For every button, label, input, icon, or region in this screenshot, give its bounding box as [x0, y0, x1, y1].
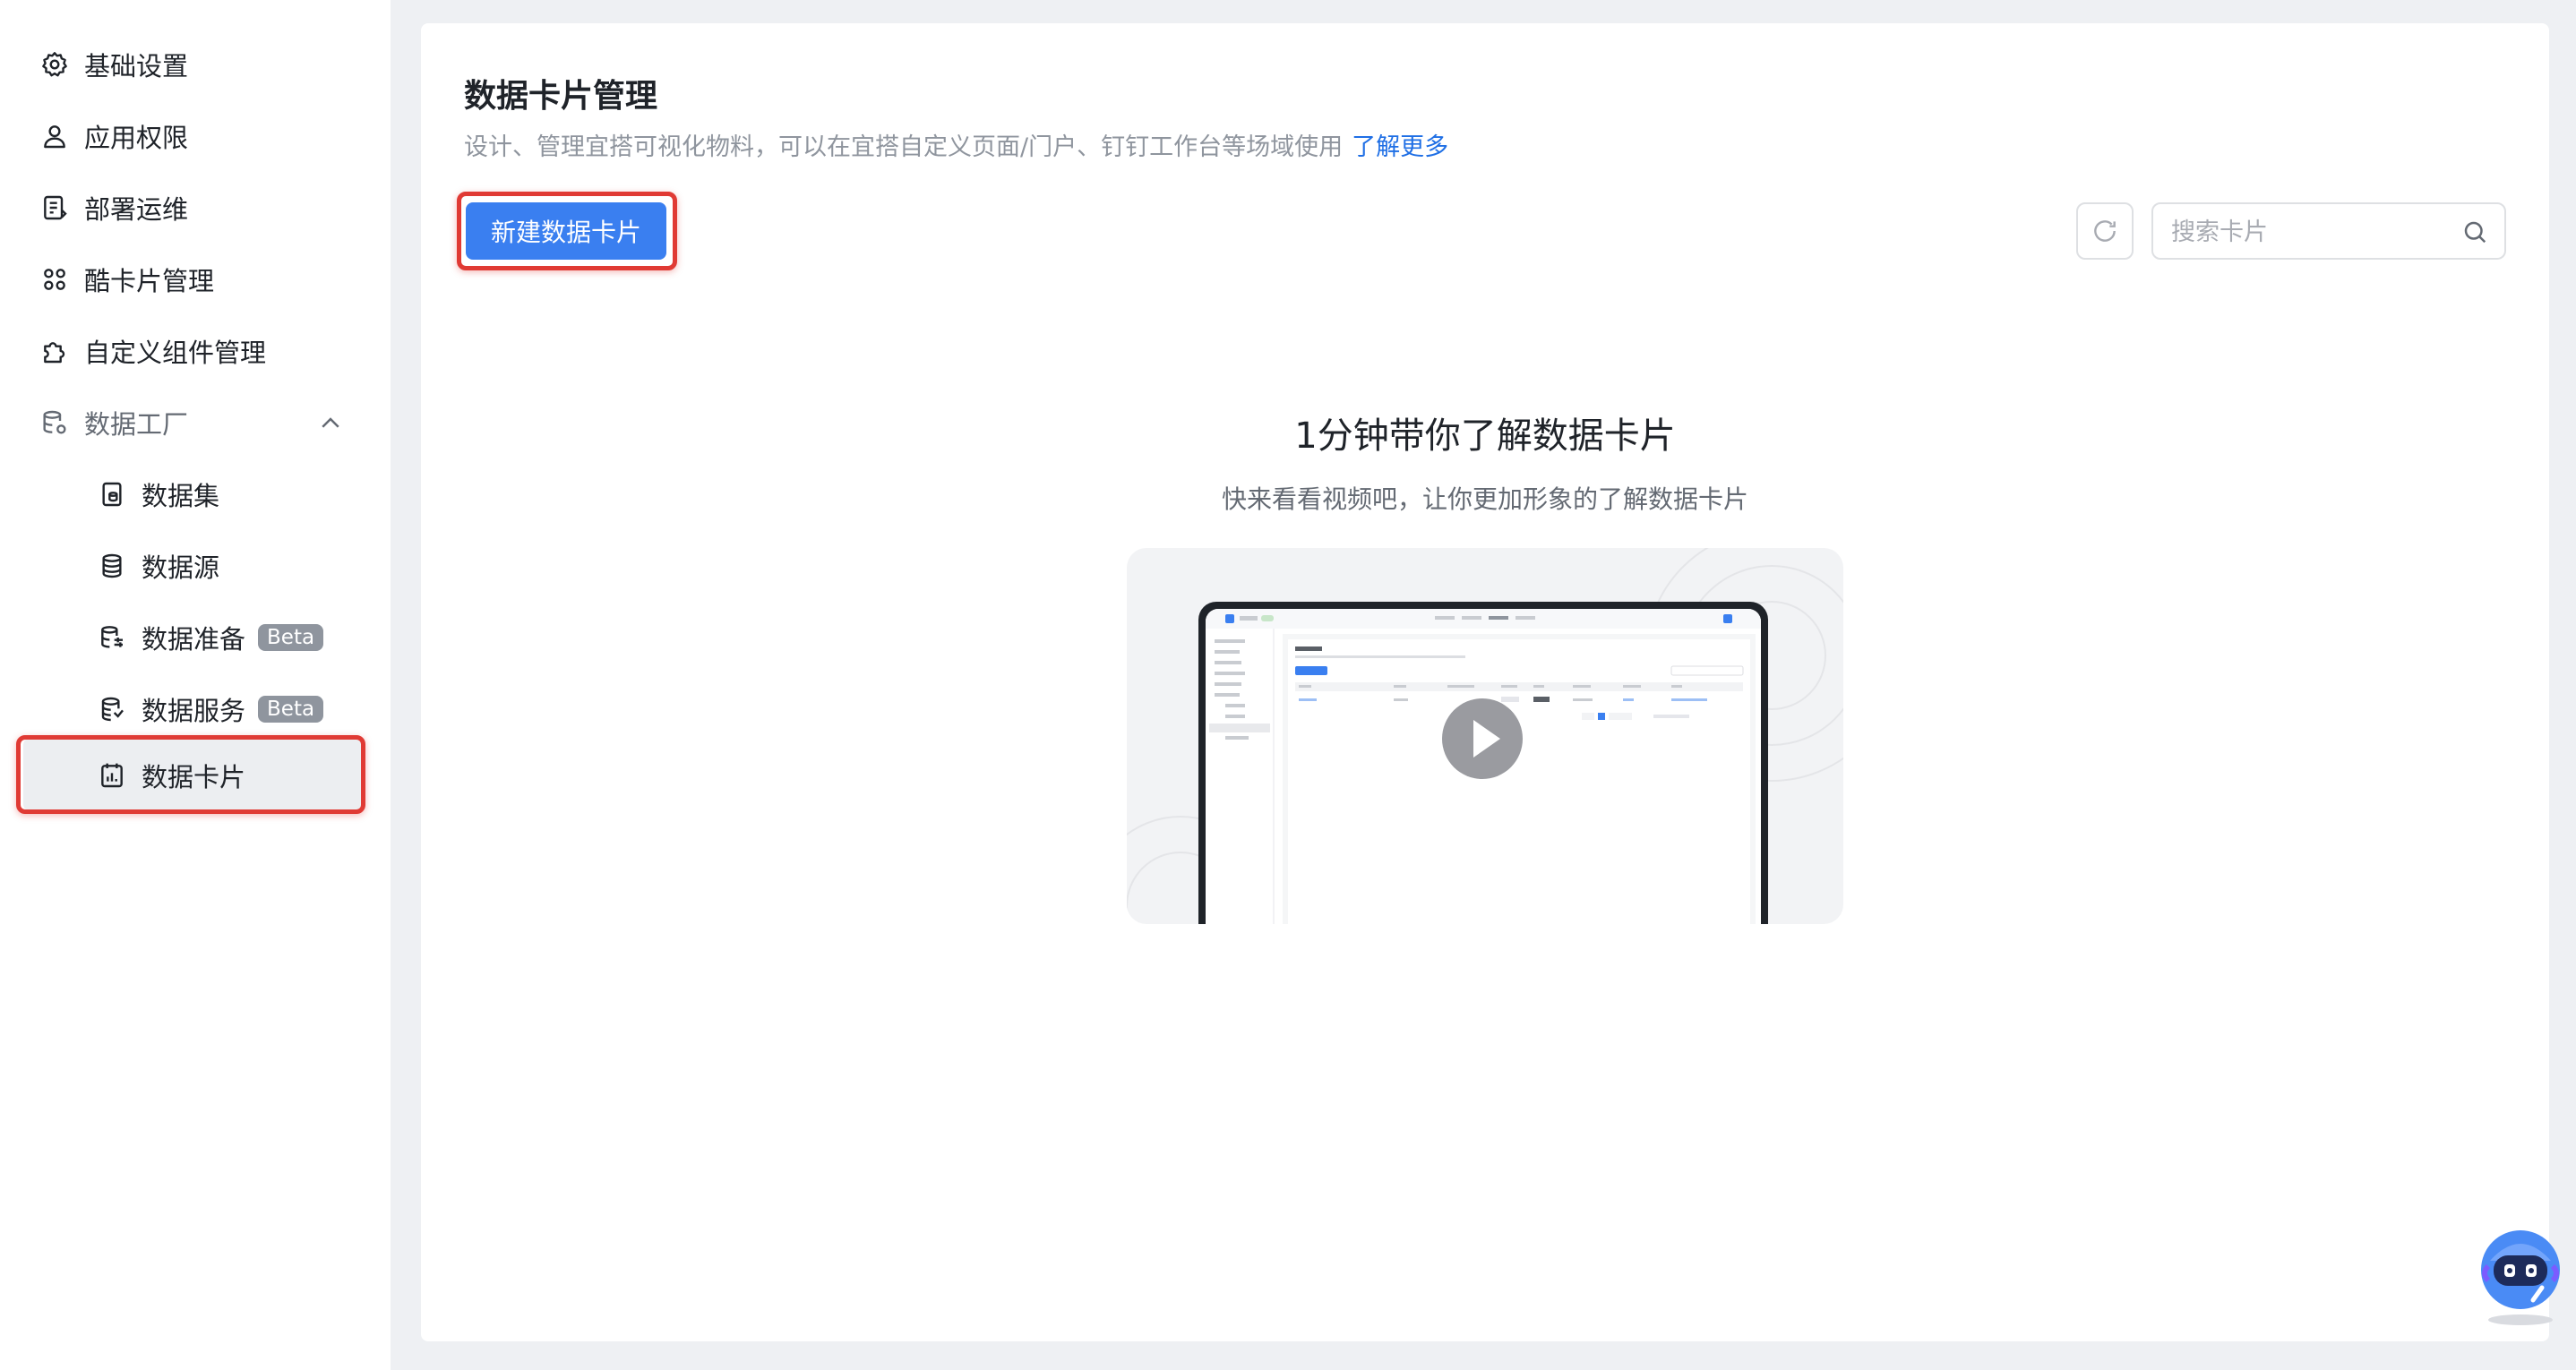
data-service-icon [97, 694, 127, 724]
beta-badge: Beta [258, 624, 324, 651]
data-prep-icon [97, 622, 127, 653]
refresh-icon [2094, 220, 2116, 242]
sidebar-item-label: 基础设置 [84, 51, 189, 81]
user-icon [39, 121, 70, 151]
sidebar-item-label: 数据工厂 [84, 409, 189, 440]
sidebar-item-data-service[interactable]: 数据服务 Beta [0, 681, 391, 738]
refresh-button[interactable] [2076, 202, 2134, 260]
empty-state-title: 1分钟带你了解数据卡片 [1294, 415, 1676, 457]
robot-icon [2481, 1230, 2560, 1325]
sidebar-item-deploy-ops[interactable]: 部署运维 [0, 179, 391, 236]
gear-icon [39, 49, 70, 80]
sidebar-item-label: 部署运维 [84, 194, 189, 225]
database-settings-icon [39, 407, 70, 438]
search-icon[interactable] [2461, 218, 2488, 245]
grid-icon [39, 264, 70, 295]
sidebar-item-label: 数据集 [142, 481, 220, 511]
sidebar-item-basic-settings[interactable]: 基础设置 [0, 36, 391, 93]
deploy-icon [39, 193, 70, 223]
database-icon [97, 551, 127, 581]
sidebar-item-label: 数据卡片 [142, 762, 246, 792]
new-data-card-button[interactable]: 新建数据卡片 [466, 202, 666, 260]
learn-more-link[interactable]: 了解更多 [1352, 133, 1448, 161]
sidebar-item-label: 数据源 [142, 552, 220, 583]
sidebar-item-label: 数据准备 [142, 624, 246, 655]
sidebar-item-label: 自定义组件管理 [84, 338, 267, 368]
main-panel: 数据卡片管理 设计、管理宜搭可视化物料，可以在宜搭自定义页面/门户、钉钉工作台等… [421, 23, 2549, 1341]
puzzle-icon [39, 336, 70, 366]
description-text: 设计、管理宜搭可视化物料，可以在宜搭自定义页面/门户、钉钉工作台等场域使用 [464, 133, 1344, 161]
sidebar-item-custom-components[interactable]: 自定义组件管理 [0, 322, 391, 380]
sidebar-item-label: 酷卡片管理 [84, 266, 215, 296]
chevron-up-icon[interactable] [317, 410, 344, 437]
assistant-bot-button[interactable] [2477, 1225, 2563, 1329]
sidebar-item-data-prep[interactable]: 数据准备 Beta [0, 609, 391, 666]
play-button[interactable] [1442, 698, 1523, 779]
chart-card-icon [97, 760, 127, 791]
search-input[interactable] [2169, 211, 2442, 253]
empty-state-subtitle: 快来看看视频吧，让你更加形象的了解数据卡片 [1221, 484, 1748, 514]
sidebar-item-label: 数据服务 [142, 696, 246, 726]
sidebar-item-dataset[interactable]: 数据集 [0, 466, 391, 523]
search-box [2151, 202, 2506, 260]
sidebar: 基础设置 应用权限 部署运维 酷卡片管理 自定义组件管理 数据工厂 数据集 数据… [0, 0, 391, 1370]
sidebar-item-app-permissions[interactable]: 应用权限 [0, 107, 391, 165]
sidebar-item-label: 应用权限 [84, 123, 189, 153]
page-title: 数据卡片管理 [464, 78, 658, 115]
intro-video[interactable] [1127, 548, 1843, 924]
sidebar-item-data-factory[interactable]: 数据工厂 [0, 394, 391, 451]
sidebar-item-data-card[interactable]: 数据卡片 [0, 747, 391, 804]
beta-badge: Beta [258, 696, 324, 723]
dataset-icon [97, 479, 127, 509]
page-description: 设计、管理宜搭可视化物料，可以在宜搭自定义页面/门户、钉钉工作台等场域使用 了解更… [464, 127, 1448, 162]
sidebar-item-datasource[interactable]: 数据源 [0, 537, 391, 595]
sidebar-item-cool-cards[interactable]: 酷卡片管理 [0, 251, 391, 308]
